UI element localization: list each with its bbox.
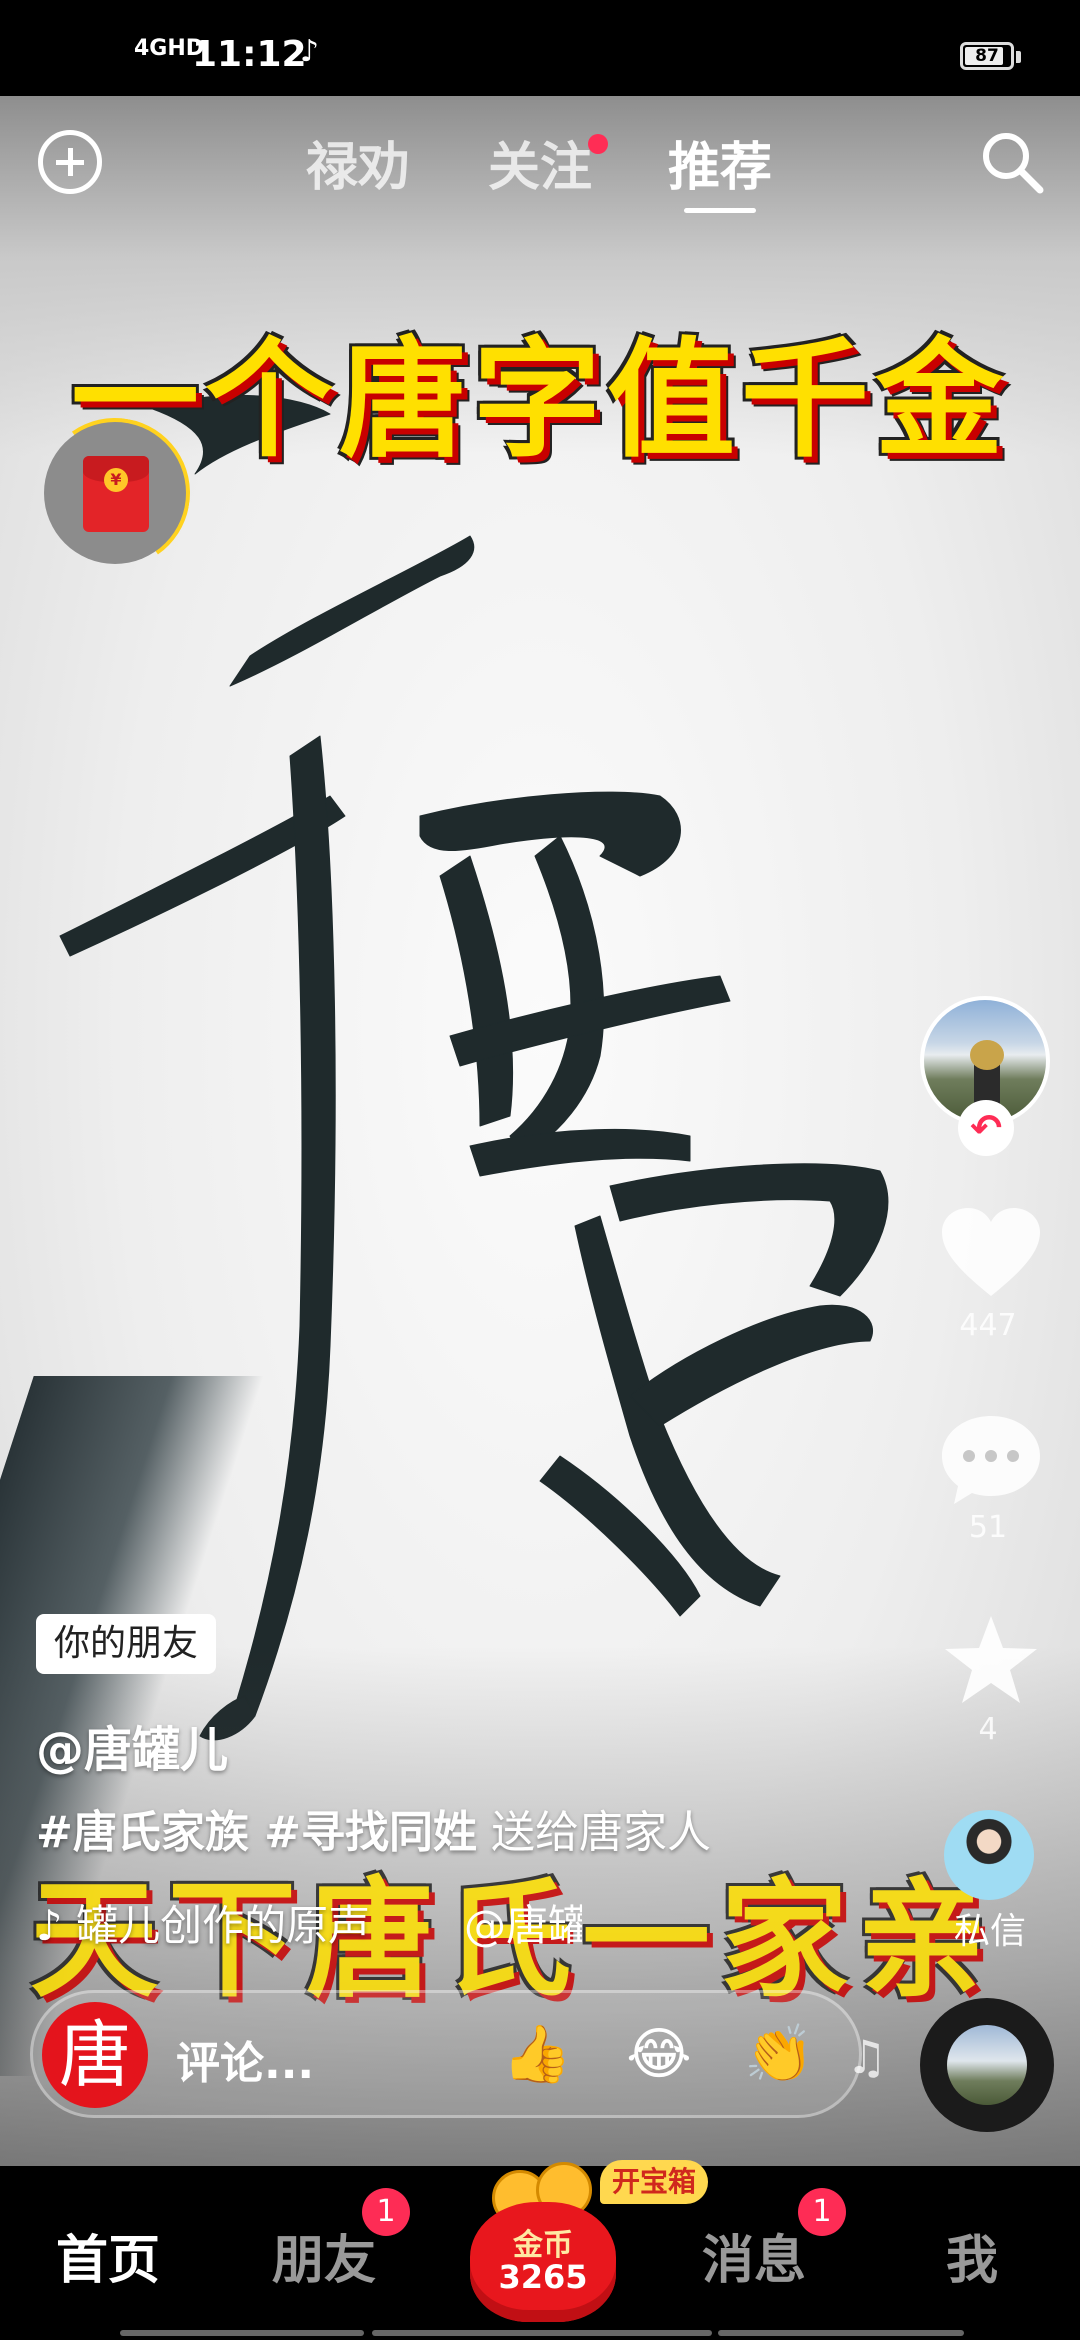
status-bar: 4GHD 11:12 ♪ 87	[0, 0, 1080, 96]
red-packet-button[interactable]: ¥	[44, 422, 186, 564]
music-disc-button[interactable]	[920, 1998, 1054, 2132]
laughing-emoji-icon[interactable]: 😂	[624, 2020, 694, 2090]
friends-badge: 1	[362, 2188, 410, 2236]
create-plus-button[interactable]	[38, 130, 102, 194]
messages-badge: 1	[798, 2188, 846, 2236]
friend-tag: 你的朋友	[36, 1614, 217, 1674]
reply-arrow-icon: ↶	[970, 1106, 1002, 1150]
caption-hashtags[interactable]: #唐氏家族 #寻找同姓	[36, 1807, 477, 1858]
search-icon[interactable]	[976, 126, 1048, 198]
tiktok-icon: ♪	[300, 34, 320, 69]
tab-recommended[interactable]: 推荐	[668, 125, 772, 200]
dm-label[interactable]: 私信	[930, 1902, 1050, 1954]
music-note-icon: ♫	[846, 2030, 888, 2084]
coin-treasure-button[interactable]: 金币 3265	[462, 2162, 622, 2322]
comment-input-bar[interactable]	[30, 1990, 862, 2118]
battery-icon: 87	[960, 42, 1014, 70]
home-indicator-segment	[718, 2330, 964, 2336]
battery-level: 87	[975, 46, 999, 66]
favorite-star-icon[interactable]	[936, 1610, 1046, 1710]
caption-text: 送给唐家人	[477, 1807, 712, 1858]
like-count: 447	[959, 1308, 1017, 1343]
tab-local[interactable]: 禄劝	[306, 125, 410, 200]
avatar-hair	[970, 1040, 1004, 1070]
like-heart-icon[interactable]	[936, 1204, 1046, 1304]
clapping-emoji-icon[interactable]: 👏	[744, 2020, 814, 2090]
music-note-icon: ♪	[36, 1901, 77, 1950]
home-indicator-segment	[120, 2330, 364, 2336]
coins-count: 3265	[498, 2258, 588, 2296]
dm-friend-avatar[interactable]	[944, 1810, 1034, 1900]
nav-messages[interactable]: 消息	[702, 2218, 806, 2293]
author-name[interactable]: @唐罐儿	[36, 1710, 228, 1780]
favorite-count: 4	[978, 1712, 998, 1747]
music-title: 罐儿创作的原声	[76, 1901, 371, 1950]
nav-home[interactable]: 首页	[56, 2218, 160, 2293]
tab-following[interactable]: 关注	[488, 125, 592, 200]
status-time: 11:12	[192, 34, 307, 75]
open-treasure-tag[interactable]: 开宝箱	[600, 2160, 709, 2204]
active-tab-underline	[684, 208, 756, 213]
follow-back-button[interactable]: ↶	[958, 1100, 1014, 1156]
yuan-coin-icon: ¥	[104, 468, 128, 492]
user-avatar[interactable]: 唐	[42, 2002, 148, 2108]
thumbs-up-emoji-icon[interactable]: 👍	[502, 2020, 572, 2090]
following-notification-dot	[588, 134, 608, 154]
comment-count: 51	[968, 1510, 1008, 1545]
comment-bubble-icon[interactable]	[936, 1408, 1046, 1508]
home-indicator-segment	[372, 2330, 712, 2336]
music-disc-cover	[947, 2025, 1027, 2105]
nav-me[interactable]: 我	[946, 2218, 998, 2293]
comment-input[interactable]: 评论...	[176, 2027, 314, 2091]
music-info[interactable]: ♪ 罐儿创作的原声	[36, 1892, 370, 1953]
nav-friends[interactable]: 朋友	[272, 2218, 376, 2293]
music-credit: @唐罐儿	[464, 1901, 582, 1950]
video-caption[interactable]: #唐氏家族 #寻找同姓 送给唐家人	[36, 1796, 711, 1860]
battery-cap	[1016, 51, 1021, 63]
